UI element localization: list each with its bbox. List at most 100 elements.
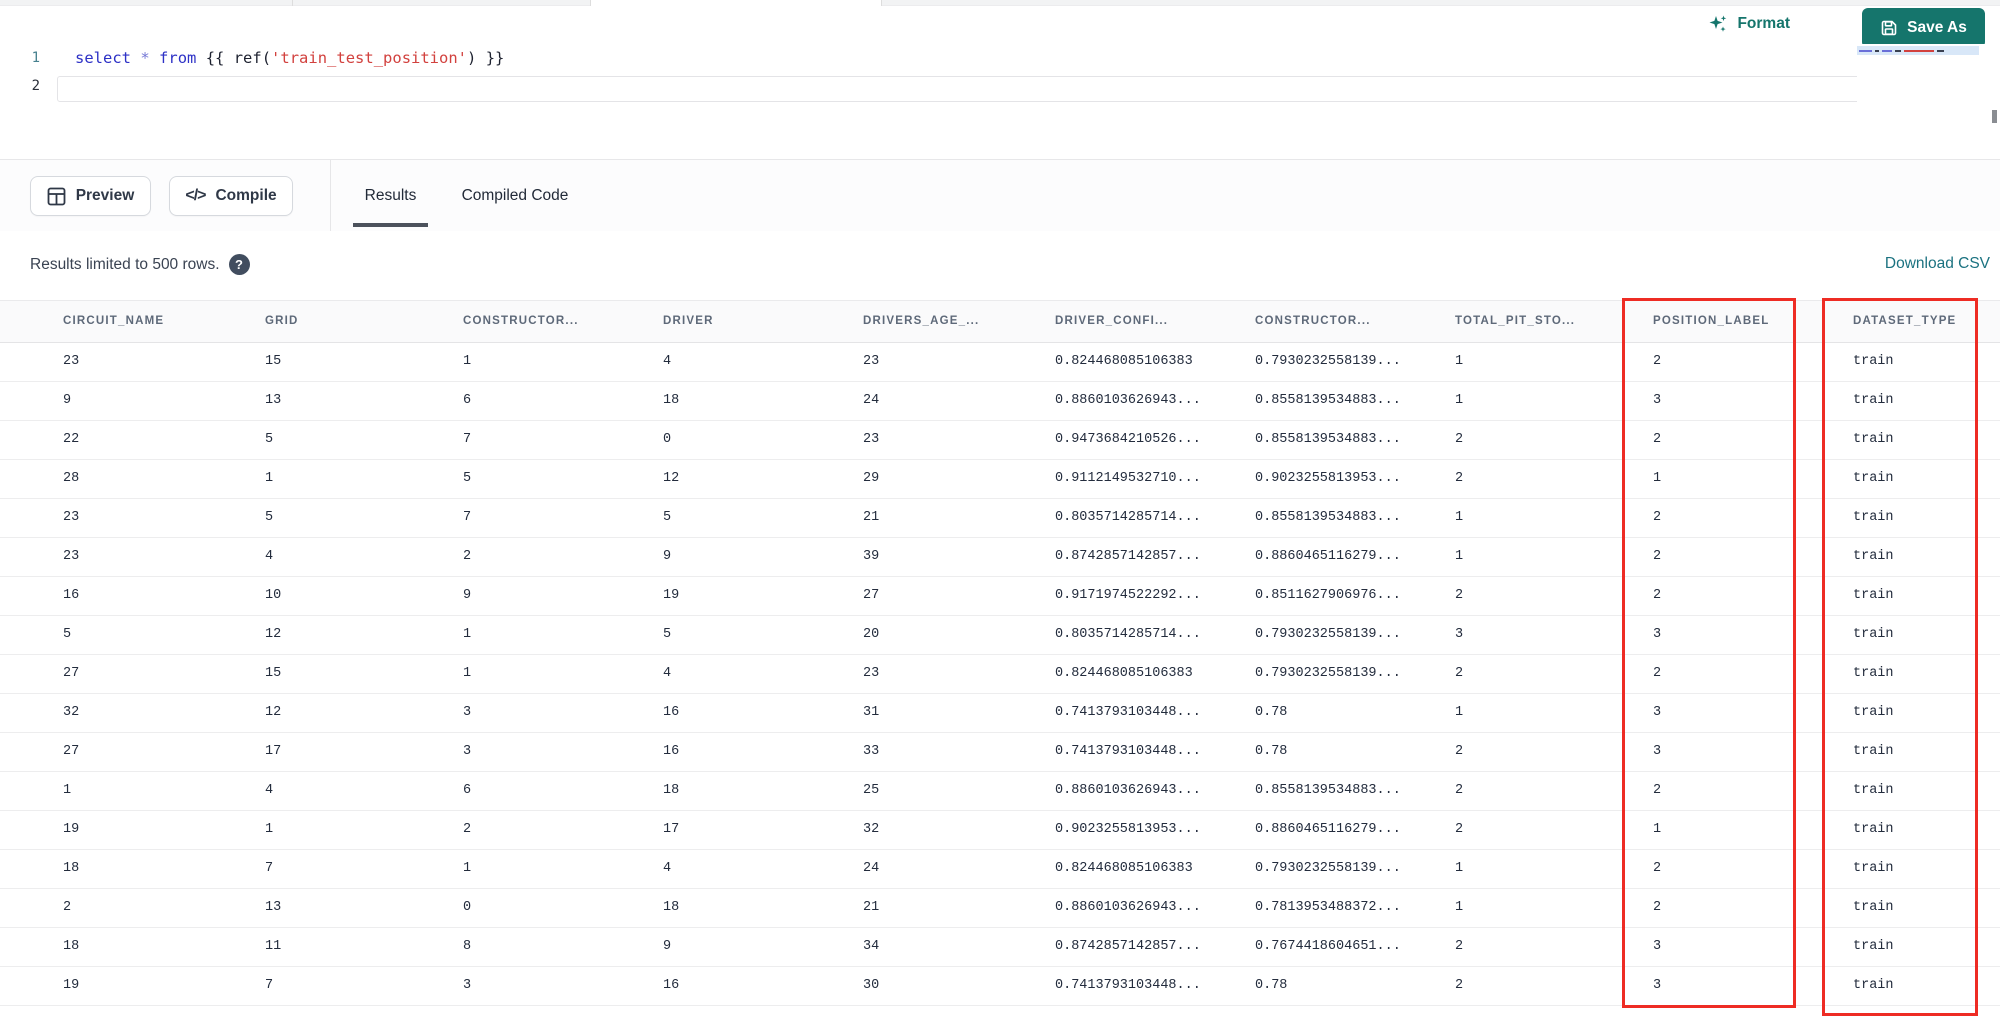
cell-driver: 18	[663, 783, 680, 798]
cell-dataset-type: train	[1853, 783, 1894, 798]
table-row[interactable]: 32 12 3 16 31 0.7413793103448... 0.78 1 …	[0, 694, 2000, 733]
current-line-highlight[interactable]	[57, 76, 1959, 102]
cell-dataset-type: train	[1853, 510, 1894, 525]
cell-driver: 4	[663, 666, 672, 681]
cell-dataset-type: train	[1853, 666, 1894, 681]
table-body: 23 15 1 4 23 0.824468085106383 0.7930232…	[0, 343, 2000, 1006]
download-csv-link[interactable]: Download CSV	[1885, 255, 1990, 273]
cell-dataset-type: train	[1853, 705, 1894, 720]
preview-button[interactable]: Preview	[30, 176, 151, 216]
column-header[interactable]: DRIVER	[663, 301, 863, 342]
cell-constructor: 1	[463, 861, 472, 876]
cell-dataset-type: train	[1853, 939, 1894, 954]
cell-circuit-name: 2	[63, 900, 72, 915]
table-row[interactable]: 9 13 6 18 24 0.8860103626943... 0.855813…	[0, 382, 2000, 421]
table-row[interactable]: 18 11 8 9 34 0.8742857142857... 0.767441…	[0, 928, 2000, 967]
code-token: *	[140, 49, 150, 67]
cell-dataset-type: train	[1853, 549, 1894, 564]
cell-dataset-type: train	[1853, 471, 1894, 486]
cell-position-label: 3	[1653, 705, 1662, 720]
results-limit-text: Results limited to 500 rows.	[30, 255, 220, 273]
cell-driver: 9	[663, 939, 672, 954]
table-row[interactable]: 27 15 1 4 23 0.824468085106383 0.7930232…	[0, 655, 2000, 694]
editor-minimap[interactable]	[1857, 44, 1985, 116]
cell-constructor-confidence: 0.78	[1255, 978, 1288, 993]
cell-constructor: 2	[463, 549, 472, 564]
cell-grid: 1	[265, 471, 274, 486]
cell-driver: 18	[663, 393, 680, 408]
cell-constructor-confidence: 0.8860465116279...	[1255, 822, 1401, 837]
cell-total-pit-stops: 1	[1455, 510, 1464, 525]
cell-constructor: 7	[463, 432, 472, 447]
help-icon[interactable]: ?	[228, 254, 250, 275]
table-row[interactable]: 28 1 5 12 29 0.9112149532710... 0.902325…	[0, 460, 2000, 499]
tab-compiled-code[interactable]: Compiled Code	[460, 160, 570, 231]
code-line-1[interactable]: select * from {{ ref('train_test_positio…	[75, 49, 504, 67]
code-token: select	[75, 49, 131, 67]
cell-total-pit-stops: 2	[1455, 978, 1464, 993]
cell-constructor: 7	[463, 510, 472, 525]
table-row[interactable]: 23 4 2 9 39 0.8742857142857... 0.8860465…	[0, 538, 2000, 577]
table-row[interactable]: 23 5 7 5 21 0.8035714285714... 0.8558139…	[0, 499, 2000, 538]
table-row[interactable]: 27 17 3 16 33 0.7413793103448... 0.78 2 …	[0, 733, 2000, 772]
table-row[interactable]: 22 5 7 0 23 0.9473684210526... 0.8558139…	[0, 421, 2000, 460]
active-tab-underline	[353, 223, 428, 227]
cell-driver-confidence: 0.8742857142857...	[1055, 549, 1201, 564]
cell-drivers-age: 23	[863, 666, 880, 681]
table-row[interactable]: 2 13 0 18 21 0.8860103626943... 0.781395…	[0, 889, 2000, 928]
cell-driver: 18	[663, 900, 680, 915]
table-row[interactable]: 19 1 2 17 32 0.9023255813953... 0.886046…	[0, 811, 2000, 850]
cell-driver: 0	[663, 432, 672, 447]
cell-position-label: 2	[1653, 549, 1662, 564]
compile-button[interactable]: </> Compile	[169, 176, 293, 216]
cell-drivers-age: 25	[863, 783, 880, 798]
cell-dataset-type: train	[1853, 354, 1894, 369]
table-row[interactable]: 19 7 3 16 30 0.7413793103448... 0.78 2 3…	[0, 967, 2000, 1006]
cell-driver: 4	[663, 861, 672, 876]
cell-total-pit-stops: 2	[1455, 822, 1464, 837]
minimap-code-mark	[1875, 49, 1879, 52]
column-header[interactable]: CONSTRUCTOR...	[1255, 301, 1455, 342]
cell-driver: 9	[663, 549, 672, 564]
column-header[interactable]: DATASET_TYPE	[1853, 301, 2000, 342]
column-header[interactable]: POSITION_LABEL	[1653, 301, 1853, 342]
cell-constructor-confidence: 0.7930232558139...	[1255, 666, 1401, 681]
cell-driver: 5	[663, 510, 672, 525]
cell-position-label: 1	[1653, 471, 1662, 486]
cell-grid: 13	[265, 393, 282, 408]
code-token: from	[159, 49, 197, 67]
save-as-button[interactable]: Save As	[1862, 8, 1985, 48]
column-header[interactable]: CONSTRUCTOR...	[463, 301, 663, 342]
column-header[interactable]: TOTAL_PIT_STO...	[1455, 301, 1653, 342]
editor-scrollbar-thumb[interactable]	[1992, 110, 1997, 123]
table-row[interactable]: 23 15 1 4 23 0.824468085106383 0.7930232…	[0, 343, 2000, 382]
cell-drivers-age: 27	[863, 588, 880, 603]
cell-driver: 16	[663, 705, 680, 720]
code-token: ref	[233, 49, 262, 67]
table-row[interactable]: 5 12 1 5 20 0.8035714285714... 0.7930232…	[0, 616, 2000, 655]
column-header[interactable]: DRIVER_CONFI...	[1055, 301, 1255, 342]
cell-drivers-age: 30	[863, 978, 880, 993]
cell-position-label: 3	[1653, 939, 1662, 954]
cell-grid: 17	[265, 744, 282, 759]
minimap-viewport	[1857, 46, 1979, 55]
column-header[interactable]: GRID	[265, 301, 463, 342]
cell-grid: 5	[265, 510, 274, 525]
table-row[interactable]: 18 7 1 4 24 0.824468085106383 0.79302325…	[0, 850, 2000, 889]
code-token: 'train_test_position'	[271, 49, 468, 67]
cell-circuit-name: 19	[63, 978, 80, 993]
table-row[interactable]: 16 10 9 19 27 0.9171974522292... 0.85116…	[0, 577, 2000, 616]
column-header[interactable]: CIRCUIT_NAME	[63, 301, 265, 342]
format-button[interactable]: Format	[1708, 14, 1790, 34]
cell-dataset-type: train	[1853, 978, 1894, 993]
cell-grid: 7	[265, 978, 274, 993]
minimap-code-mark	[1895, 49, 1901, 52]
table-row[interactable]: 1 4 6 18 25 0.8860103626943... 0.8558139…	[0, 772, 2000, 811]
tab-results[interactable]: Results	[353, 160, 428, 231]
line-number-2: 2	[31, 78, 40, 94]
code-token: (	[261, 49, 272, 67]
column-header[interactable]: DRIVERS_AGE_...	[863, 301, 1055, 342]
cell-grid: 13	[265, 900, 282, 915]
cell-circuit-name: 9	[63, 393, 72, 408]
